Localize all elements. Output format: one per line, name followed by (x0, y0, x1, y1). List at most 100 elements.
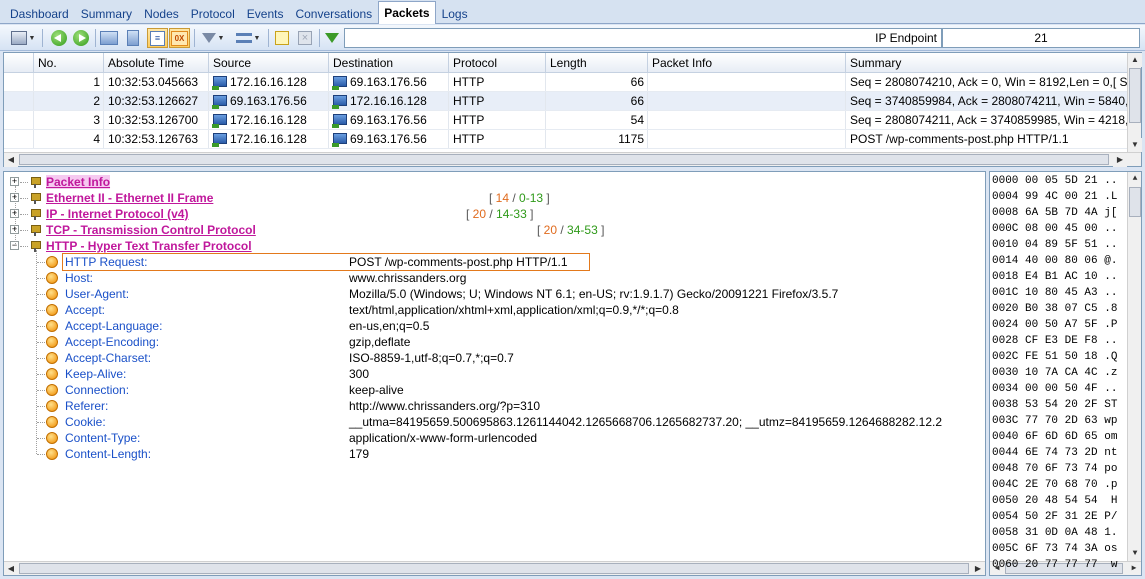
hex-line[interactable]: 0008 6A 5B 7D 4A j[ (992, 205, 1117, 221)
hex-line[interactable]: 0018 E4 B1 AC 10 .. (992, 269, 1117, 285)
http-field-name[interactable]: Accept-Encoding: (65, 334, 159, 350)
http-field-value[interactable]: 179 (349, 446, 369, 462)
scroll-right-arrow-icon[interactable]: ▶ (1127, 562, 1141, 575)
http-field-name[interactable]: Connection: (65, 382, 129, 398)
layout-horizontal-button[interactable] (98, 28, 120, 48)
http-field-name[interactable]: Accept-Language: (65, 318, 162, 334)
hex-line[interactable]: 0058 31 0D 0A 48 1. (992, 525, 1117, 541)
forward-button[interactable] (72, 28, 90, 48)
column-header-absolute-time[interactable]: Absolute Time (104, 53, 209, 72)
packet-row[interactable]: 1 10:32:53.045663 172.16.16.128 69.163.176.… (4, 73, 1129, 92)
hex-line[interactable]: 0000 00 05 5D 21 .. (992, 173, 1117, 189)
scroll-right-arrow-icon[interactable]: ▶ (1113, 153, 1127, 167)
ip-endpoint-value[interactable]: 21 (942, 28, 1140, 48)
packet-row[interactable]: 4 10:32:53.126763 172.16.16.128 69.163.176.… (4, 130, 1129, 149)
hex-line[interactable]: 0034 00 00 50 4F .. (992, 381, 1117, 397)
protocol-node-name[interactable]: TCP - Transmission Control Protocol (46, 222, 256, 238)
http-field-name[interactable]: Host: (65, 270, 93, 286)
tab-summary[interactable]: Summary (75, 3, 138, 23)
hex-line[interactable]: 0038 53 54 20 2F ST (992, 397, 1117, 413)
http-field-name[interactable]: Cookie: (65, 414, 106, 430)
packet-list-vscroll[interactable]: ▲ ▼ (1127, 53, 1142, 152)
scroll-thumb[interactable] (19, 154, 1109, 165)
hex-line[interactable]: 0044 6E 74 73 2D nt (992, 445, 1117, 461)
protocol-node-name[interactable]: Ethernet II - Ethernet II Frame (46, 190, 213, 206)
protocol-node-name[interactable]: HTTP - Hyper Text Transfer Protocol (46, 238, 252, 254)
hex-line[interactable]: 0028 CF E3 DE F8 .. (992, 333, 1117, 349)
column-header-packet-info[interactable]: Packet Info (648, 53, 846, 72)
hex-line[interactable]: 0050 20 48 54 54 H (992, 493, 1117, 509)
filter-button[interactable]: ▼ (198, 28, 228, 48)
expand-toggle[interactable]: + (10, 177, 19, 186)
protocol-name[interactable]: TCP - Transmission Control Protocol (46, 223, 256, 237)
protocol-node-name[interactable]: Packet Info (46, 174, 111, 190)
scroll-right-arrow-icon[interactable]: ▶ (971, 562, 985, 575)
protocol-name[interactable]: IP - Internet Protocol (v4) (46, 207, 188, 221)
http-field-value[interactable]: http://www.chrissanders.org/?p=310 (349, 398, 540, 414)
http-field-value[interactable]: application/x-www-form-urlencoded (349, 430, 537, 446)
hex-line[interactable]: 0030 10 7A CA 4C .z (992, 365, 1117, 381)
scroll-up-arrow-icon[interactable]: ▲ (1128, 172, 1141, 186)
hex-line[interactable]: 0004 99 4C 00 21 .L (992, 189, 1117, 205)
scroll-down-arrow-icon[interactable]: ▼ (1128, 547, 1141, 561)
tab-conversations[interactable]: Conversations (289, 3, 378, 23)
http-field-name[interactable]: Content-Type: (65, 430, 140, 446)
hex-line[interactable]: 0054 50 2F 31 2E P/ (992, 509, 1117, 525)
http-field-value[interactable]: keep-alive (349, 382, 404, 398)
column-header-source[interactable]: Source (209, 53, 329, 72)
hex-vscroll[interactable]: ▲ ▼ (1127, 172, 1141, 561)
follow-stream-button[interactable]: ▼ (232, 28, 264, 48)
hex-view-toggle-button[interactable]: 0X (169, 28, 190, 48)
hex-line[interactable]: 0020 B0 38 07 C5 .8 (992, 301, 1117, 317)
column-header-summary[interactable]: Summary (846, 53, 1129, 72)
http-field-value[interactable]: __utma=84195659.500695863.1261144042.126… (349, 414, 942, 430)
scroll-thumb[interactable] (19, 563, 969, 574)
scroll-thumb[interactable] (1129, 68, 1141, 123)
hex-line[interactable]: 001C 10 80 45 A3 .. (992, 285, 1117, 301)
tab-protocol[interactable]: Protocol (185, 3, 241, 23)
column-header-no[interactable]: No. (34, 53, 104, 72)
http-field-name[interactable]: Referer: (65, 398, 108, 414)
http-field-name[interactable]: User-Agent: (65, 286, 129, 302)
column-header-protocol[interactable]: Protocol (449, 53, 546, 72)
edit-button[interactable] (272, 28, 292, 48)
hex-line[interactable]: 0014 40 00 80 06 @. (992, 253, 1117, 269)
protocol-name[interactable]: Packet Info (46, 175, 111, 189)
hex-line[interactable]: 003C 77 70 2D 63 wp (992, 413, 1117, 429)
scroll-down-arrow-icon[interactable]: ▼ (1128, 138, 1142, 152)
hex-line[interactable]: 0010 04 89 5F 51 .. (992, 237, 1117, 253)
http-field-name[interactable]: Keep-Alive: (65, 366, 126, 382)
hex-line[interactable]: 0040 6F 6D 6D 65 om (992, 429, 1117, 445)
http-field-value[interactable]: Mozilla/5.0 (Windows; U; Windows NT 6.1;… (349, 286, 838, 302)
hex-line[interactable]: 0024 00 50 A7 5F .P (992, 317, 1117, 333)
packet-row[interactable]: 3 10:32:53.126700 172.16.16.128 69.163.176.… (4, 111, 1129, 130)
tab-packets[interactable]: Packets (378, 1, 436, 24)
http-field-name[interactable]: Accept: (65, 302, 105, 318)
packet-list-hscroll[interactable]: ◀ ▶ (4, 152, 1141, 167)
back-button[interactable] (50, 28, 68, 48)
http-field-value[interactable]: text/html,application/xhtml+xml,applicat… (349, 302, 679, 318)
hex-line[interactable]: 0060 20 77 77 77 w (992, 557, 1117, 573)
hex-line[interactable]: 002C FE 51 50 18 .Q (992, 349, 1117, 365)
hex-line[interactable]: 005C 6F 73 74 3A os (992, 541, 1117, 557)
http-field-value[interactable]: 300 (349, 366, 369, 382)
tab-logs[interactable]: Logs (436, 3, 474, 23)
tab-nodes[interactable]: Nodes (138, 3, 185, 23)
download-button[interactable] (322, 28, 342, 48)
protocol-node-name[interactable]: IP - Internet Protocol (v4) (46, 206, 188, 222)
http-field-value[interactable]: en-us,en;q=0.5 (349, 318, 429, 334)
protocol-name[interactable]: Ethernet II - Ethernet II Frame (46, 191, 213, 205)
decode-tree-toggle-button[interactable]: ≡ (147, 28, 168, 48)
delete-button[interactable]: × (295, 28, 315, 48)
column-header-destination[interactable]: Destination (329, 53, 449, 72)
http-field-value[interactable]: gzip,deflate (349, 334, 410, 350)
http-field-name[interactable]: Accept-Charset: (65, 350, 151, 366)
tab-dashboard[interactable]: Dashboard (4, 3, 75, 23)
column-header-length[interactable]: Length (546, 53, 648, 72)
hex-line[interactable]: 0048 70 6F 73 74 po (992, 461, 1117, 477)
protocol-name[interactable]: HTTP - Hyper Text Transfer Protocol (46, 239, 252, 253)
scroll-up-arrow-icon[interactable]: ▲ (1128, 53, 1142, 67)
scroll-left-arrow-icon[interactable]: ◀ (4, 153, 18, 167)
http-field-name[interactable]: Content-Length: (65, 446, 151, 462)
layout-vertical-button[interactable] (122, 28, 144, 48)
